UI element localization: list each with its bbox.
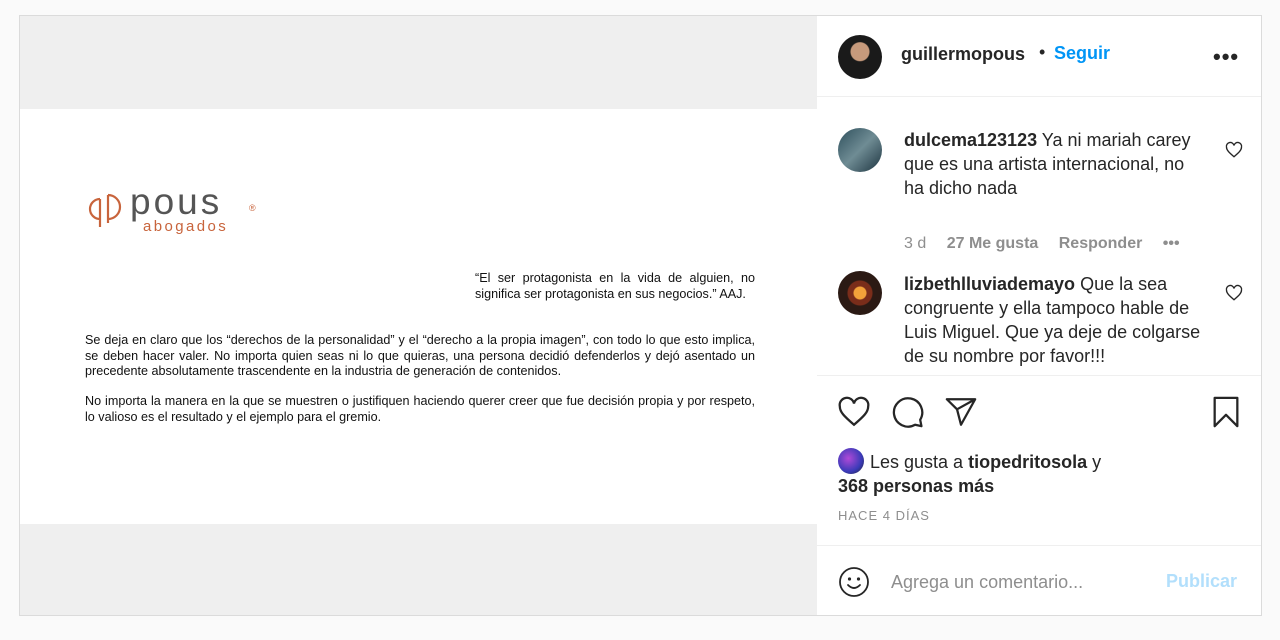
emoji-icon[interactable]	[838, 566, 870, 598]
document-quote: “El ser protagonista en la vida de algui…	[475, 271, 755, 301]
pous-abogados-logo: pous ® abogados	[86, 181, 266, 237]
likes-summary: Les gusta a tiopedritosola y 368 persona…	[838, 448, 1238, 498]
comment-input[interactable]	[891, 568, 1161, 596]
post-side-panel: guillermopous • Seguir ••• dulcema123123…	[817, 16, 1261, 615]
add-comment-bar: Publicar	[817, 545, 1261, 615]
comment-more-icon[interactable]: •••	[1163, 235, 1180, 252]
likes-conj: y	[1092, 452, 1102, 472]
more-options-icon[interactable]: •••	[1213, 44, 1239, 70]
comment-likes[interactable]: 27 Me gusta	[947, 235, 1039, 252]
comment-like-heart-icon[interactable]	[1225, 141, 1243, 159]
comment-username[interactable]: dulcema123123	[904, 130, 1037, 150]
logo-word: pous	[130, 181, 223, 222]
logo-subtitle: abogados	[143, 218, 229, 235]
comment-meta: 3 d 27 Me gusta Responder •••	[904, 235, 1196, 253]
share-send-icon[interactable]	[944, 395, 978, 429]
comments-list[interactable]: dulcema123123 Ya ni mariah carey que es …	[817, 97, 1261, 375]
post-card: pous ® abogados “El ser protagonista en …	[19, 15, 1262, 616]
document-paragraph: No importa la manera en la que se muestr…	[85, 394, 755, 424]
comment-bubble-icon[interactable]	[891, 395, 925, 429]
likes-count[interactable]: 368 personas más	[838, 476, 994, 496]
document-image: pous ® abogados “El ser protagonista en …	[20, 109, 817, 524]
follow-button[interactable]: Seguir	[1054, 43, 1110, 64]
logo-registered: ®	[249, 203, 256, 213]
comment-time[interactable]: 3 d	[904, 235, 926, 252]
save-bookmark-icon[interactable]	[1209, 395, 1243, 429]
author-avatar[interactable]	[838, 35, 882, 79]
commenter-avatar[interactable]	[838, 271, 882, 315]
liker-avatar[interactable]	[838, 448, 864, 474]
post-media[interactable]: pous ® abogados “El ser protagonista en …	[20, 16, 817, 615]
author-username[interactable]: guillermopous	[901, 44, 1025, 65]
post-actions: Les gusta a tiopedritosola y 368 persona…	[817, 375, 1261, 545]
comment-username[interactable]: lizbethlluviademayo	[904, 274, 1075, 294]
comment-body: dulcema123123 Ya ni mariah carey que es …	[904, 128, 1209, 200]
post-timestamp[interactable]: HACE 4 DÍAS	[838, 508, 930, 523]
document-paragraph: Se deja en claro que los “derechos de la…	[85, 333, 755, 378]
comment-reply-button[interactable]: Responder	[1059, 235, 1143, 252]
commenter-avatar[interactable]	[838, 128, 882, 172]
logo-mark-icon	[88, 193, 122, 227]
liker-username[interactable]: tiopedritosola	[968, 452, 1087, 472]
post-header: guillermopous • Seguir •••	[817, 16, 1261, 97]
header-separator: •	[1039, 42, 1046, 62]
likes-prefix: Les gusta a	[870, 452, 964, 472]
publish-button[interactable]: Publicar	[1166, 571, 1237, 592]
like-heart-icon[interactable]	[837, 395, 871, 429]
comment-like-heart-icon[interactable]	[1225, 284, 1243, 302]
comment-body: lizbethlluviademayo Que la sea congruent…	[904, 272, 1209, 368]
